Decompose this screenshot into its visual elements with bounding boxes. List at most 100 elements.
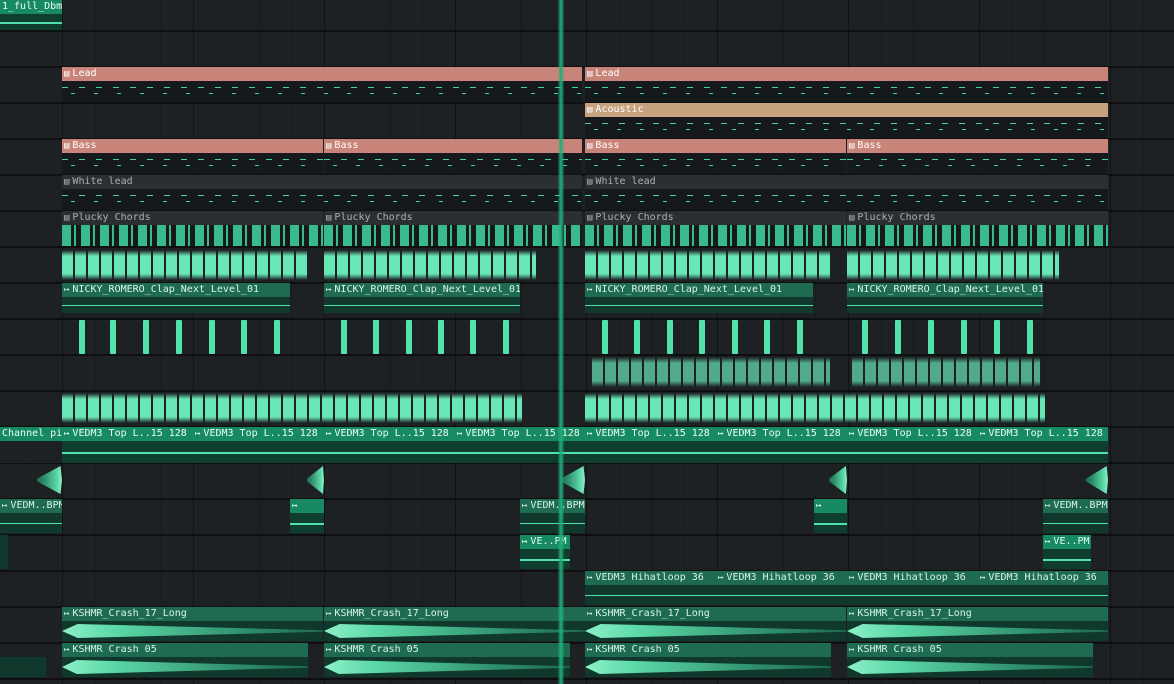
audio-clip-ve-pm[interactable]: ↦ VE..PM: [1043, 535, 1091, 569]
pattern-icon: ▤: [326, 141, 332, 151]
playhead[interactable]: [558, 0, 564, 684]
audio-clip-fx[interactable]: [1086, 463, 1108, 497]
audio-clip-hihat-loop[interactable]: ↦ VEDM3 Hihatloop 36: [716, 571, 847, 605]
clip-label: VEDM3 Top L..15 128 BPM: [334, 428, 455, 439]
audio-clip-hihat-loop[interactable]: ↦ VEDM3 Hihatloop 36: [585, 571, 716, 605]
audio-clip-hihat-loop[interactable]: ↦ VEDM3 Hihatloop 36: [978, 571, 1108, 605]
audio-clip-full-dbmaj[interactable]: 1_full_Dbmaj: [0, 0, 62, 30]
audio-clip-hits[interactable]: [592, 355, 830, 389]
pattern-clip-plucky-chords[interactable]: ▤ Plucky Chords: [62, 211, 323, 246]
pattern-clip-bass[interactable]: ▤ Bass: [585, 139, 846, 174]
clip-label: White lead: [72, 176, 133, 187]
audio-clip-crash-long[interactable]: ↦ KSHMR_Crash_17_Long: [324, 607, 585, 641]
clip-label: VEDM3 Top L..15 128 BPM: [72, 428, 193, 439]
audio-clip-perc[interactable]: [585, 391, 1045, 425]
pattern-clip-bass[interactable]: ▤ Bass: [324, 139, 582, 174]
audio-clip-crash-long[interactable]: ↦ KSHMR_Crash_17_Long: [847, 607, 1108, 641]
audio-clip-kick[interactable]: [847, 248, 1059, 282]
audio-clip-perc[interactable]: [62, 391, 522, 425]
audio-icon: ↦: [457, 429, 463, 439]
audio-clip-vedm-bpm[interactable]: ↦VEDM..BPM: [0, 499, 62, 533]
clip-label: VEDM3 Top L..15 128 BPM: [203, 428, 324, 439]
audio-icon: ↦: [64, 285, 70, 295]
audio-clip-kick[interactable]: [324, 248, 536, 282]
clip-label: KSHMR Crash 05: [857, 644, 942, 655]
audio-clip-crash05[interactable]: ↦ KSHMR Crash 05: [585, 643, 831, 677]
channel-pitch-clip[interactable]: Channel pitch: [0, 427, 62, 463]
audio-icon: ↦: [195, 429, 201, 439]
pattern-icon: ▤: [849, 213, 855, 223]
audio-clip-top-loop[interactable]: ↦VEDM3 Top L..15 128 BPM: [585, 427, 716, 463]
playlist-area[interactable]: 1_full_Dbmaj ▤Lead ▤Lead ▤Acoustic ▤Bass…: [0, 0, 1174, 684]
audio-clip-top-loop[interactable]: ↦VEDM3 Top L..15 128 BPM: [716, 427, 847, 463]
audio-icon: ↦: [1045, 501, 1051, 511]
clip-label: NICKY_ROMERO_Clap_Next_Level_01: [334, 284, 520, 295]
pattern-icon: ▤: [64, 141, 70, 151]
audio-clip-crash05[interactable]: ↦ KSHMR Crash 05: [62, 643, 308, 677]
pattern-clip-bass[interactable]: ▤ Bass: [847, 139, 1108, 174]
pattern-clip-white-lead[interactable]: ▤ White lead: [585, 175, 1108, 210]
audio-clip-top-loop[interactable]: ↦VEDM3 Top L..15 128 BPM: [978, 427, 1108, 463]
audio-icon: ↦: [718, 429, 724, 439]
clip-label: VEDM..BPM: [10, 500, 62, 511]
pattern-clip-acoustic[interactable]: ▤ Acoustic: [585, 103, 1108, 138]
audio-icon: ↦: [587, 645, 593, 655]
audio-icon: ↦: [326, 609, 332, 619]
pattern-clip-plucky-chords[interactable]: ▤ Plucky Chords: [585, 211, 846, 246]
audio-clip-vedm-bpm[interactable]: ↦VEDM..BPM: [520, 499, 585, 533]
pattern-clip-white-lead[interactable]: ▤ White lead: [62, 175, 582, 210]
pattern-clip-plucky-chords[interactable]: ▤ Plucky Chords: [847, 211, 1108, 246]
audio-clip-top-loop[interactable]: ↦VEDM3 Top L..15 128 BPM: [455, 427, 585, 463]
audio-clip-kick[interactable]: [62, 248, 308, 282]
audio-icon: ↦: [718, 573, 724, 583]
clip-label: KSHMR_Crash_17_Long: [334, 608, 449, 619]
clip-label: Lead: [595, 68, 620, 79]
audio-icon: ↦: [816, 501, 822, 511]
audio-clip-top-loop[interactable]: ↦VEDM3 Top L..15 128 BPM: [62, 427, 193, 463]
audio-icon: ↦: [64, 645, 70, 655]
audio-clip-crash-long[interactable]: ↦ KSHMR_Crash_17_Long: [585, 607, 846, 641]
audio-clip-fx[interactable]: [307, 463, 324, 497]
clip-label: Plucky Chords: [857, 212, 936, 223]
audio-clip-fx[interactable]: [37, 463, 62, 497]
audio-icon: ↦: [292, 501, 298, 511]
audio-clip-hihat-loop[interactable]: ↦ VEDM3 Hihatloop 36: [847, 571, 978, 605]
clip-label: VEDM3 Top L..15 128 BPM: [726, 428, 847, 439]
audio-clip-crash05-partial[interactable]: [0, 643, 46, 677]
audio-clip-top-loop[interactable]: ↦VEDM3 Top L..15 128 BPM: [324, 427, 455, 463]
clip-label: NICKY_ROMERO_Clap_Next_Level_01: [72, 284, 260, 295]
pattern-clip-lead[interactable]: ▤ Lead: [62, 67, 582, 102]
clip-label: Bass: [857, 140, 882, 151]
audio-clip-clap[interactable]: ↦ NICKY_ROMERO_Clap_Next_Level_01: [62, 283, 290, 313]
audio-clip-vedm-short[interactable]: ↦: [814, 499, 847, 533]
clip-label: Acoustic: [595, 104, 644, 115]
pattern-clip-lead[interactable]: ▤ Lead: [585, 67, 1108, 102]
audio-clip-clap[interactable]: ↦ NICKY_ROMERO_Clap_Next_Level_01: [324, 283, 520, 313]
clip-label: KSHMR Crash 05: [334, 644, 419, 655]
audio-clip-top-loop[interactable]: ↦VEDM3 Top L..15 128 BPM: [193, 427, 324, 463]
audio-clip-top-loop[interactable]: ↦VEDM3 Top L..15 128 BPM: [847, 427, 978, 463]
audio-icon: ↦: [849, 429, 855, 439]
audio-clip-clap[interactable]: ↦ NICKY_ROMERO_Clap_Next_Level_01: [847, 283, 1043, 313]
audio-clip-kick[interactable]: [585, 248, 831, 282]
pattern-clip-plucky-chords[interactable]: ▤ Plucky Chords: [324, 211, 582, 246]
audio-clip-fx[interactable]: [829, 463, 847, 497]
audio-icon: ↦: [1045, 537, 1051, 547]
pattern-clip-bass[interactable]: ▤ Bass: [62, 139, 323, 174]
audio-clip-vedm-short[interactable]: ↦: [290, 499, 324, 533]
audio-clip-hits[interactable]: [852, 355, 1040, 389]
audio-clip-crash05[interactable]: ↦ KSHMR Crash 05: [324, 643, 570, 677]
clip-label: VE..PM: [1053, 536, 1090, 547]
audio-clip-crash05[interactable]: ↦ KSHMR Crash 05: [847, 643, 1093, 677]
audio-clip-fx[interactable]: [561, 463, 585, 497]
clip-label: VEDM3 Hihatloop 36: [726, 572, 835, 583]
audio-clip-ve-pm-partial[interactable]: [0, 535, 8, 569]
audio-icon: ↦: [326, 645, 332, 655]
audio-clip-crash-long[interactable]: ↦ KSHMR_Crash_17_Long: [62, 607, 323, 641]
clip-label: Plucky Chords: [595, 212, 674, 223]
pattern-icon: ▤: [587, 177, 593, 187]
clip-label: 1_full_Dbmaj: [0, 0, 62, 14]
pattern-icon: ▤: [587, 213, 593, 223]
audio-clip-vedm-bpm[interactable]: ↦VEDM..BPM: [1043, 499, 1108, 533]
audio-clip-clap[interactable]: ↦ NICKY_ROMERO_Clap_Next_Level_01: [585, 283, 813, 313]
